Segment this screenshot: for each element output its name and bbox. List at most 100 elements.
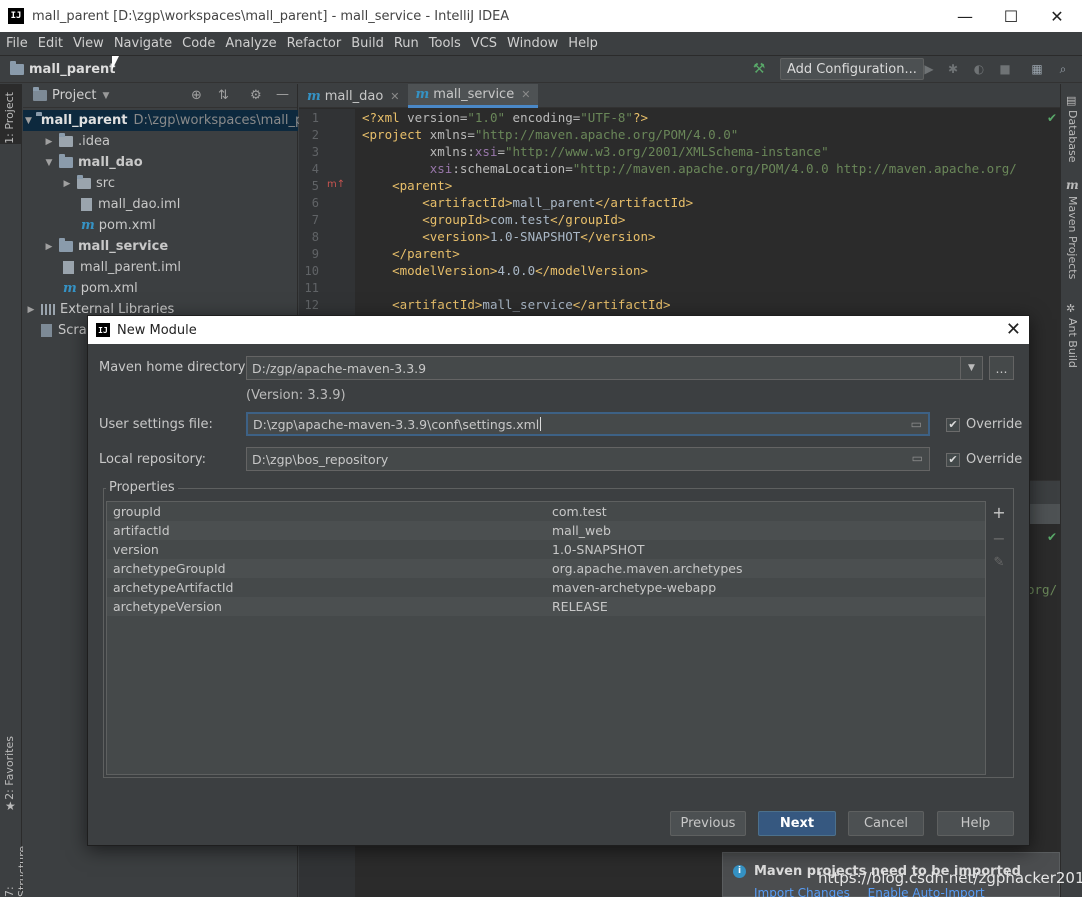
override-marker-icon[interactable]: m↑ [327,179,345,190]
close-window-button[interactable]: ✕ [1034,0,1080,32]
import-changes-link[interactable]: Import Changes [754,886,850,897]
line-number: 6 [311,196,319,210]
close-tab-icon[interactable]: ✕ [521,88,530,101]
next-button[interactable]: Next [758,811,836,836]
intellij-app-icon: IJ [8,8,24,24]
minimize-button[interactable]: — [942,0,988,32]
editor-tabs: m mall_dao ✕ m mall_service ✕ [299,84,1060,108]
tab-project-tool[interactable]: 1: Project [3,92,16,144]
maven-home-combo[interactable]: D:/zgp/apache-maven-3.3.9 ▼ [246,356,983,380]
line-number: 5 [311,179,319,193]
override-repo-checkbox[interactable]: ✔ [946,453,960,467]
enable-auto-import-link[interactable]: Enable Auto-Import [868,886,985,897]
user-settings-input[interactable]: D:\zgp\apache-maven-3.3.9\conf\settings.… [246,412,930,436]
menu-analyze[interactable]: Analyze [225,36,276,51]
folder-icon [59,133,73,147]
collapse-all-icon[interactable]: ⇅ [218,88,229,103]
search-everywhere-icon[interactable]: ⌕ [1056,62,1070,76]
add-property-button[interactable]: + [988,503,1010,522]
previous-button[interactable]: Previous [670,811,746,836]
tree-item-src[interactable]: ▶ src [23,173,115,194]
user-settings-value: D:\zgp\apache-maven-3.3.9\conf\settings.… [253,416,540,432]
menu-file[interactable]: File [6,36,28,51]
menu-tools[interactable]: Tools [429,36,461,51]
maven-file-icon: m [415,87,430,102]
table-row[interactable]: groupId com.test [107,502,985,521]
table-row[interactable]: archetypeGroupId org.apache.maven.archety… [107,559,985,578]
line-number: 1 [311,111,319,125]
expand-arrow-icon[interactable]: ▶ [61,179,73,189]
project-structure-icon[interactable]: ▦ [1030,62,1044,76]
expand-arrow-icon[interactable]: ▶ [43,242,55,252]
edit-property-button[interactable]: ✎ [988,555,1010,570]
tree-item-mall-dao-iml[interactable]: mall_dao.iml [23,194,180,215]
add-configuration-button[interactable]: Add Configuration... [780,58,924,80]
code-line-6: <artifactId>mall_parent</artifactId> [362,195,694,210]
expand-arrow-icon[interactable]: ▶ [43,137,55,147]
local-repo-input[interactable]: D:\zgp\bos_repository ▭ [246,447,930,471]
tree-item-mall-parent[interactable]: ▼ mall_parent D:\zgp\workspaces\mall_pa [23,110,311,131]
cancel-button[interactable]: Cancel [848,811,924,836]
navigation-bar: mall_parent ⚒ Add Configuration... ▶ ✱ ◐… [0,55,1082,83]
help-button[interactable]: Help [937,811,1014,836]
chevron-down-icon[interactable]: ▼ [960,357,982,379]
expand-arrow-icon[interactable]: ▶ [25,305,37,315]
hide-panel-icon[interactable]: — [276,87,289,102]
tab-favorites-tool[interactable]: 2: Favorites [3,736,16,800]
override-settings-checkbox[interactable]: ✔ [946,418,960,432]
tab-database[interactable]: Database [1066,110,1079,163]
table-row[interactable]: archetypeVersion RELEASE [107,597,985,616]
user-settings-label: User settings file: [99,417,213,432]
tab-mall-dao[interactable]: m mall_dao ✕ [299,84,408,108]
coverage-icon[interactable]: ◐ [972,62,986,76]
menu-view[interactable]: View [73,36,104,51]
build-hammer-icon[interactable]: ⚒ [752,62,766,76]
tree-item-dao-pom[interactable]: m pom.xml [23,215,156,236]
mouse-cursor-icon [112,56,119,70]
tree-item-scratches[interactable]: Scra [23,320,87,341]
browse-maven-home-button[interactable]: ... [989,356,1014,380]
table-row[interactable]: version 1.0-SNAPSHOT [107,540,985,559]
menu-window[interactable]: Window [507,36,558,51]
folder-browse-icon[interactable]: ▭ [912,451,923,465]
tree-item-mall-service[interactable]: ▶ mall_service [23,236,168,257]
run-icon[interactable]: ▶ [922,62,936,76]
locate-icon[interactable]: ⊕ [191,88,202,103]
folder-browse-icon[interactable]: ▭ [911,417,922,431]
menu-edit[interactable]: Edit [38,36,63,51]
close-tab-icon[interactable]: ✕ [390,90,399,103]
stop-icon[interactable]: ■ [998,62,1012,76]
menu-refactor[interactable]: Refactor [287,36,342,51]
menu-code[interactable]: Code [182,36,215,51]
menu-help[interactable]: Help [568,36,598,51]
tree-item-mall-dao[interactable]: ▼ mall_dao [23,152,143,173]
expand-arrow-icon[interactable]: ▼ [43,158,55,168]
menu-run[interactable]: Run [394,36,419,51]
table-row[interactable]: archetypeArtifactId maven-archetype-webap… [107,578,985,597]
line-number: 2 [311,128,319,142]
line-number: 4 [311,162,319,176]
breadcrumb[interactable]: mall_parent [10,60,116,77]
tab-maven-projects[interactable]: Maven Projects [1066,196,1079,279]
debug-icon[interactable]: ✱ [946,62,960,76]
check-icon: ✔ [1047,530,1058,544]
tree-item-idea[interactable]: ▶ .idea [23,131,110,152]
tab-mall-service[interactable]: m mall_service ✕ [407,84,539,108]
tab-ant-build[interactable]: Ant Build [1066,318,1079,368]
expand-arrow-icon[interactable]: ▼ [25,116,32,126]
tree-label: mall_parent [40,113,128,128]
menu-vcs[interactable]: VCS [471,36,497,51]
table-row[interactable]: artifactId mall_web [107,521,985,540]
tree-item-parent-pom[interactable]: m pom.xml [23,278,138,299]
chevron-down-icon[interactable]: ▼ [102,91,109,101]
maximize-button[interactable]: ☐ [988,0,1034,32]
gear-icon[interactable]: ⚙ [250,88,262,103]
remove-property-button[interactable]: − [988,529,1010,548]
close-dialog-button[interactable]: ✕ [1006,319,1021,340]
menu-build[interactable]: Build [351,36,384,51]
override-settings-label: Override [966,417,1023,432]
menu-navigate[interactable]: Navigate [114,36,172,51]
code-line-2: <project xmlns="http://maven.apache.org/… [362,127,739,142]
project-view-selector[interactable]: Project [52,88,96,103]
tree-item-mall-parent-iml[interactable]: mall_parent.iml [23,257,181,278]
